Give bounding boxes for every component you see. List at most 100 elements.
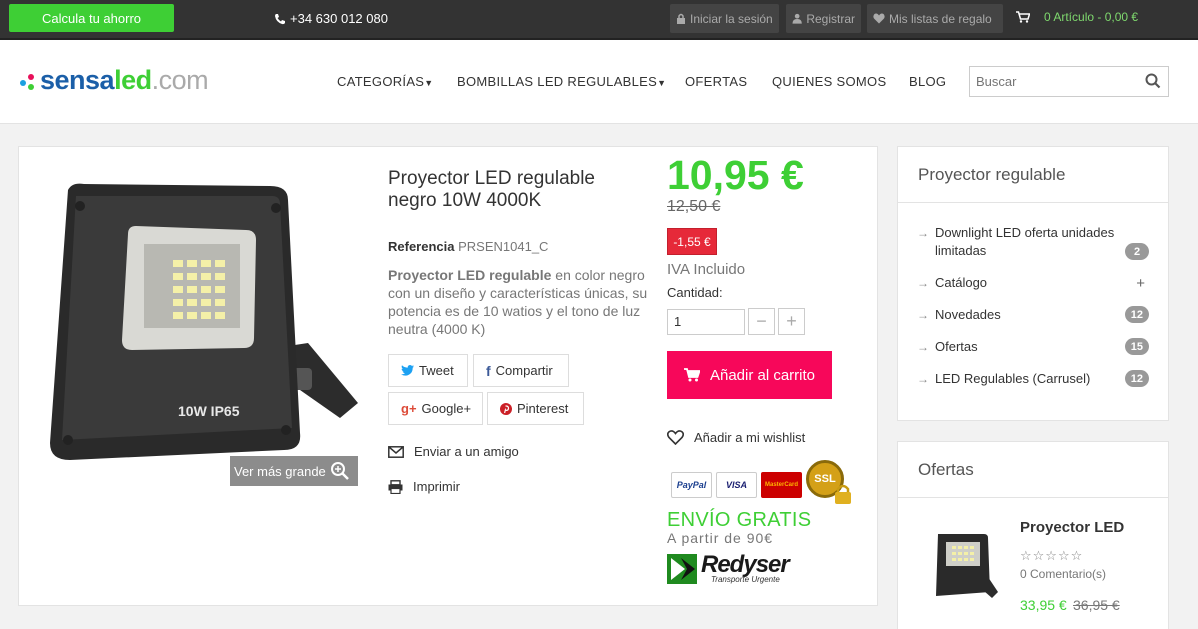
site-logo[interactable]: sensa led .com bbox=[20, 65, 209, 96]
plus-icon: + bbox=[786, 311, 797, 331]
logo-text-led: led bbox=[114, 65, 152, 95]
calculate-savings-button[interactable]: Calcula tu ahorro bbox=[9, 4, 174, 32]
user-icon bbox=[792, 13, 802, 24]
wishlist-label: Añadir a mi wishlist bbox=[694, 430, 806, 445]
gift-lists-link[interactable]: Mis listas de regalo bbox=[867, 4, 1003, 33]
sidebar-item-ofertas[interactable]: → Ofertas 15 bbox=[917, 338, 1149, 356]
search-box bbox=[969, 66, 1169, 97]
nav-item-categorias[interactable]: CATEGORÍAS▼ bbox=[337, 74, 434, 89]
free-shipping-title: ENVÍO GRATIS bbox=[667, 509, 812, 531]
sidebar-item-led-regulables[interactable]: → LED Regulables (Carrusel) 12 bbox=[917, 370, 1149, 388]
padlock-icon bbox=[835, 484, 851, 504]
logo-text-dotcom: .com bbox=[151, 65, 209, 95]
zoom-label: Ver más grande bbox=[234, 463, 326, 479]
google-plus-icon: g+ bbox=[401, 401, 417, 416]
offer-comments-count[interactable]: 0 Comentario(s) bbox=[1020, 567, 1106, 581]
tweet-button[interactable]: Tweet bbox=[388, 354, 468, 387]
offer-product-thumbnail[interactable] bbox=[932, 530, 1002, 605]
search-icon[interactable] bbox=[1145, 73, 1161, 89]
discount-badge: -1,55 € bbox=[667, 228, 717, 255]
product-description: Proyector LED regulable en color negro c… bbox=[388, 266, 653, 338]
nav-item-ofertas[interactable]: OFERTAS bbox=[685, 74, 747, 89]
sidebar-item-novedades[interactable]: → Novedades 12 bbox=[917, 306, 1149, 324]
envelope-icon bbox=[388, 445, 404, 458]
top-bar: Calcula tu ahorro +34 630 012 080 Inicia… bbox=[0, 0, 1198, 40]
zoom-in-icon bbox=[330, 462, 349, 480]
logo-dots-icon bbox=[20, 72, 36, 90]
sidebar-item-label: LED Regulables (Carrusel) bbox=[935, 371, 1091, 386]
print-label: Imprimir bbox=[413, 479, 460, 494]
arrow-right-icon: → bbox=[917, 340, 929, 354]
pinterest-icon bbox=[500, 402, 512, 415]
redyser-mark-icon bbox=[667, 554, 697, 584]
caret-down-icon: ▼ bbox=[657, 78, 667, 88]
count-badge: 12 bbox=[1124, 370, 1149, 387]
phone-number[interactable]: +34 630 012 080 bbox=[274, 11, 388, 26]
quantity-decrease-button[interactable]: − bbox=[748, 308, 775, 335]
lock-icon bbox=[677, 13, 685, 24]
cart-icon bbox=[1016, 11, 1030, 23]
product-image[interactable]: 10W IP65 bbox=[40, 178, 360, 488]
arrow-right-icon: → bbox=[917, 276, 929, 290]
offer-price: 33,95 € bbox=[1020, 597, 1067, 613]
nav-item-quienes-somos[interactable]: QUIENES SOMOS bbox=[772, 74, 886, 89]
phone-text: +34 630 012 080 bbox=[290, 11, 388, 26]
reference-value: PRSEN1041_C bbox=[458, 239, 549, 254]
facebook-share-button[interactable]: f Compartir bbox=[473, 354, 569, 387]
heart-icon bbox=[667, 430, 684, 445]
zoom-button[interactable]: Ver más grande bbox=[230, 456, 358, 486]
sidebar-item-catalogo[interactable]: → Catálogo + bbox=[917, 274, 1149, 292]
cart-summary-text: 0 Artículo - 0,00 € bbox=[1044, 10, 1139, 24]
add-to-cart-button[interactable]: Añadir al carrito bbox=[667, 351, 832, 399]
phone-icon bbox=[275, 13, 285, 24]
add-to-wishlist-link[interactable]: Añadir a mi wishlist bbox=[667, 430, 805, 445]
category-sidebar-title: Proyector regulable bbox=[898, 147, 1168, 203]
minus-icon: − bbox=[756, 311, 767, 331]
cart-icon bbox=[683, 368, 700, 382]
count-badge: 15 bbox=[1124, 338, 1149, 355]
pinterest-share-button[interactable]: Pinterest bbox=[487, 392, 584, 425]
twitter-icon bbox=[401, 365, 414, 376]
google-plus-share-button[interactable]: g+ Google+ bbox=[388, 392, 483, 425]
quantity-input[interactable]: 1 bbox=[667, 309, 745, 335]
sidebar-item-downlight[interactable]: → Downlight LED oferta unidades limitada… bbox=[917, 224, 1149, 260]
product-reference: Referencia PRSEN1041_C bbox=[388, 239, 548, 254]
add-to-cart-label: Añadir al carrito bbox=[709, 366, 816, 384]
site-header: sensa led .com CATEGORÍAS▼ BOMBILLAS LED R… bbox=[0, 40, 1198, 124]
arrow-right-icon: → bbox=[917, 226, 929, 240]
offers-sidebar-title: Ofertas bbox=[898, 442, 1168, 498]
nav-label: CATEGORÍAS bbox=[337, 74, 425, 89]
redyser-subtitle: Transporte Urgente bbox=[711, 574, 780, 584]
nav-item-blog[interactable]: BLOG bbox=[909, 74, 946, 89]
tweet-label: Tweet bbox=[419, 363, 454, 378]
expand-plus-icon[interactable]: + bbox=[1136, 275, 1145, 293]
count-badge: 2 bbox=[1125, 243, 1149, 260]
print-link[interactable]: Imprimir bbox=[388, 479, 460, 494]
offer-old-price: 36,95 € bbox=[1073, 597, 1120, 613]
product-price: 10,95 € bbox=[667, 152, 804, 198]
login-link[interactable]: Iniciar la sesión bbox=[670, 4, 779, 33]
count-badge: 12 bbox=[1124, 306, 1149, 323]
offer-product-name[interactable]: Proyector LED bbox=[1020, 519, 1124, 536]
register-label: Registrar bbox=[806, 11, 855, 26]
register-link[interactable]: Registrar bbox=[786, 4, 861, 33]
arrow-right-icon: → bbox=[917, 308, 929, 322]
cart-summary[interactable]: 0 Artículo - 0,00 € bbox=[1016, 10, 1138, 24]
reference-label: Referencia bbox=[388, 239, 455, 254]
arrow-right-icon: → bbox=[917, 372, 929, 386]
tax-note: IVA Incluido bbox=[667, 261, 746, 278]
logo-text-sensa: sensa bbox=[40, 65, 115, 95]
mastercard-logo: MasterCard bbox=[761, 472, 802, 498]
rating-stars-icon: ☆☆☆☆☆ bbox=[1020, 548, 1084, 563]
facebook-icon: f bbox=[486, 362, 491, 379]
redyser-name: Redyser bbox=[701, 550, 790, 578]
quantity-label: Cantidad: bbox=[667, 285, 723, 300]
quantity-increase-button[interactable]: + bbox=[778, 308, 805, 335]
nav-item-bombillas[interactable]: BOMBILLAS LED REGULABLES▼ bbox=[457, 74, 666, 89]
redyser-logo: Redyser Transporte Urgente bbox=[667, 550, 790, 584]
sidebar-item-label: Ofertas bbox=[935, 339, 978, 354]
send-to-friend-link[interactable]: Enviar a un amigo bbox=[388, 444, 519, 459]
gift-lists-label: Mis listas de regalo bbox=[889, 11, 992, 26]
search-input[interactable] bbox=[970, 67, 1140, 96]
sidebar-item-label: Novedades bbox=[935, 307, 1001, 322]
